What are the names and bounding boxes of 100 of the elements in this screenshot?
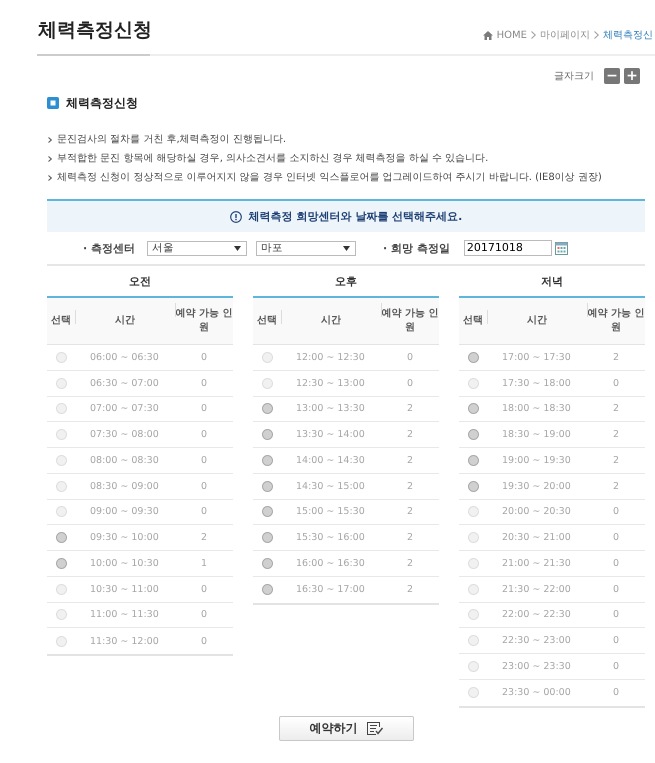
- radio-button[interactable]: [468, 403, 478, 414]
- radio-button[interactable]: [468, 480, 478, 492]
- radio-button[interactable]: [468, 352, 478, 363]
- count-cell-text: 0: [612, 584, 620, 595]
- note-text: 문진검사의 절차를 거친 후,체력측정이 진행됩니다.: [57, 133, 286, 146]
- radio-button[interactable]: [262, 532, 272, 544]
- count-cell-text: 0: [612, 378, 620, 389]
- count-cell-text: 0: [612, 635, 620, 646]
- time-cell-text: 22:30 ~ 23:00: [501, 635, 572, 646]
- time-cell-text: 12:00 ~ 12:30: [295, 352, 366, 363]
- radio-button[interactable]: [468, 429, 478, 440]
- time-cell-text: 08:00 ~ 08:30: [89, 454, 160, 466]
- time-cell-text: 16:30 ~ 17:00: [295, 584, 366, 596]
- count-cell-text: 0: [200, 403, 208, 414]
- chevron-icon: [48, 136, 52, 142]
- count-cell-text: 2: [406, 403, 414, 414]
- time-cell-text: 19:00 ~ 19:30: [501, 454, 572, 466]
- alert-icon: [230, 210, 242, 222]
- time-cell-text: 21:30 ~ 22:00: [501, 584, 572, 595]
- time-cell-text: 22:00 ~ 22:30: [501, 609, 572, 620]
- time-cell-text: 23:00 ~ 23:30: [501, 660, 572, 672]
- breadcrumb-link[interactable]: 체력측정신: [603, 28, 653, 42]
- chevron-icon: [48, 156, 52, 162]
- radio-button[interactable]: [56, 558, 66, 569]
- count-cell-text: 0: [612, 660, 620, 672]
- count-cell-text: 2: [612, 403, 620, 414]
- date-label: · 희망 측정일: [383, 240, 450, 256]
- time-cell-text: 06:00 ~ 06:30: [89, 352, 160, 363]
- reserve-button[interactable]: 예약하기: [278, 716, 414, 740]
- count-cell-text: 0: [200, 506, 208, 518]
- period-title: 저녁: [540, 274, 564, 290]
- chevron-icon: [531, 31, 536, 39]
- time-cell-text: 07:00 ~ 07:30: [89, 403, 160, 414]
- calendar-icon[interactable]: [554, 242, 568, 254]
- count-cell-text: 0: [200, 352, 208, 363]
- region-select[interactable]: 서울: [147, 240, 248, 256]
- note-text: 체력측정 신청이 정상적으로 이루어지지 않을 경우 인터넷 익스플로어를 업그레이드하여 주시기 바랍니다. (IE8이상 권장): [57, 171, 602, 184]
- count-cell-text: 2: [406, 429, 414, 440]
- radio-button[interactable]: [262, 558, 272, 569]
- time-cell-text: 15:00 ~ 15:30: [295, 506, 366, 518]
- time-cell-text: 13:00 ~ 13:30: [295, 403, 366, 414]
- count-cell-text: 0: [406, 352, 414, 363]
- time-cell-text: 17:30 ~ 18:00: [501, 378, 572, 389]
- count-cell-text: 2: [200, 532, 208, 544]
- count-cell-text: 1: [200, 558, 208, 569]
- count-cell-text: 0: [612, 558, 620, 569]
- increase-font-button[interactable]: +: [624, 68, 640, 84]
- time-cell-text: 06:30 ~ 07:00: [89, 378, 160, 389]
- time-cell-text: 09:30 ~ 10:00: [89, 532, 160, 544]
- branch-select[interactable]: 마포: [256, 240, 356, 256]
- count-cell-text: 0: [200, 636, 208, 647]
- time-cell-text: 17:00 ~ 17:30: [501, 352, 572, 363]
- count-cell-text: 0: [406, 378, 414, 389]
- dropdown-arrow-icon: [343, 246, 350, 250]
- count-cell-text: 0: [200, 480, 208, 492]
- count-cell-text: 0: [200, 454, 208, 466]
- breadcrumb-link[interactable]: 마이페이지: [540, 28, 590, 42]
- time-cell-text: 08:30 ~ 09:00: [89, 480, 160, 492]
- time-cell-text: 11:30 ~ 12:00: [89, 636, 160, 647]
- period-title: 오후: [334, 274, 358, 290]
- column-header: 선택: [462, 314, 484, 328]
- time-cell-text: 21:00 ~ 21:30: [501, 558, 572, 569]
- center-label: · 측정센터: [83, 240, 136, 256]
- time-cell-text: 20:30 ~ 21:00: [501, 532, 572, 544]
- time-cell-text: 16:00 ~ 16:30: [295, 558, 366, 569]
- count-cell-text: 2: [406, 480, 414, 492]
- count-cell-text: 2: [612, 480, 620, 492]
- radio-button[interactable]: [56, 532, 66, 544]
- chevron-icon: [48, 174, 52, 180]
- radio-button[interactable]: [262, 480, 272, 492]
- time-cell-text: 12:30 ~ 13:00: [295, 378, 366, 389]
- count-cell-text: 0: [200, 429, 208, 440]
- column-header: 선택: [256, 314, 278, 328]
- time-cell-text: 13:30 ~ 14:00: [295, 429, 366, 440]
- checklist-icon: [366, 722, 382, 734]
- radio-button[interactable]: [262, 454, 272, 466]
- dropdown-arrow-icon: [234, 246, 242, 250]
- radio-button[interactable]: [262, 506, 272, 518]
- count-cell-text: 0: [612, 506, 620, 518]
- radio-button[interactable]: [468, 454, 478, 466]
- time-cell-text: 19:30 ~ 20:00: [501, 480, 572, 492]
- date-field[interactable]: 20171018: [464, 240, 552, 256]
- radio-button[interactable]: [262, 584, 272, 596]
- count-cell-text: 2: [612, 429, 620, 440]
- count-cell-text: 2: [406, 454, 414, 466]
- radio-button[interactable]: [262, 403, 272, 414]
- count-cell-text: 0: [612, 532, 620, 544]
- time-cell-text: 18:30 ~ 19:00: [501, 429, 572, 440]
- count-cell-text: 0: [200, 584, 208, 595]
- time-cell-text: 15:30 ~ 16:00: [295, 532, 366, 544]
- radio-button[interactable]: [262, 429, 272, 440]
- time-cell-text: 14:30 ~ 15:00: [295, 480, 366, 492]
- home-icon: [482, 30, 493, 40]
- breadcrumb-link[interactable]: HOME: [496, 30, 527, 40]
- time-cell-text: 20:00 ~ 20:30: [501, 506, 572, 518]
- square-bullet-icon: [47, 97, 59, 109]
- count-cell-text: 2: [406, 584, 414, 596]
- time-cell-text: 23:30 ~ 00:00: [501, 687, 572, 698]
- decrease-font-button[interactable]: −: [604, 68, 620, 84]
- section-heading: 체력측정신청: [66, 94, 138, 112]
